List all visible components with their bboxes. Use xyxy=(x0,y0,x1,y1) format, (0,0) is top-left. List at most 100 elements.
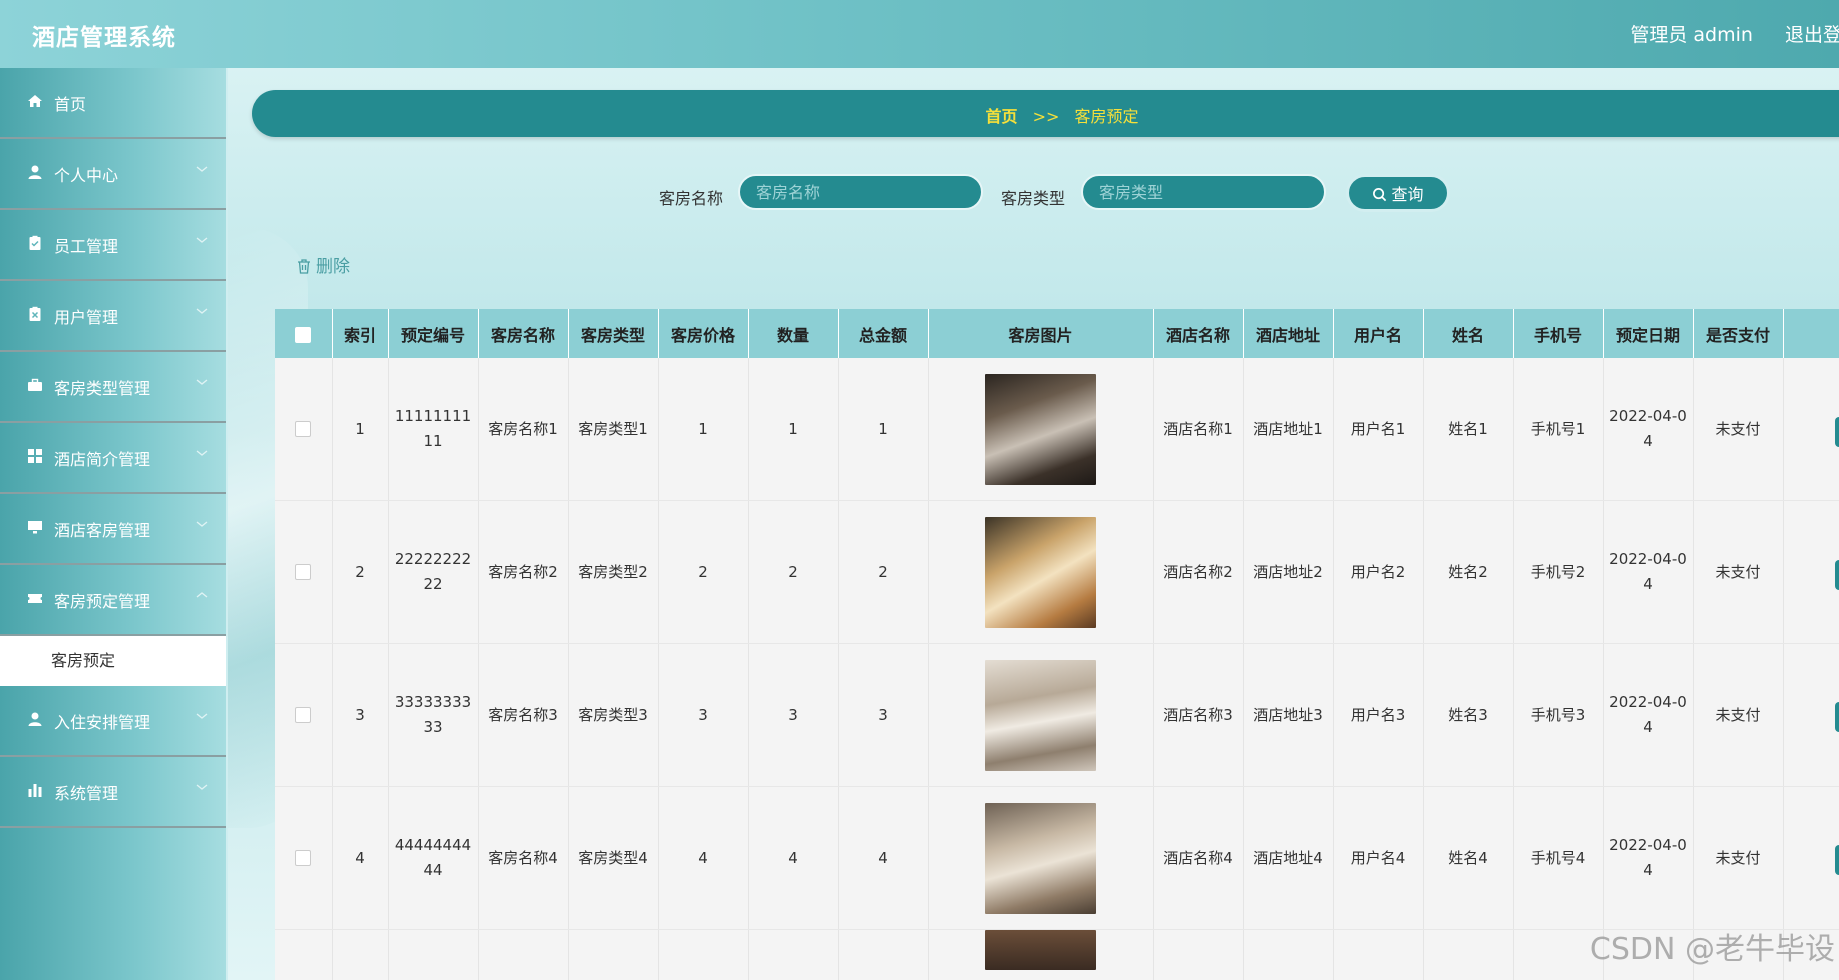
sidebar-item-room-types[interactable]: 客房类型管理 xyxy=(0,352,226,423)
cell-room-name: 客房名称2 xyxy=(478,500,569,644)
chevron-down-icon xyxy=(196,713,208,719)
room-name-input[interactable] xyxy=(738,174,983,210)
room-type-input[interactable] xyxy=(1081,174,1326,210)
empty-cell xyxy=(332,929,389,980)
cell-name: 姓名1 xyxy=(1423,358,1514,501)
cell-room-type: 客房类型1 xyxy=(568,358,659,501)
row-action-button-edge[interactable] xyxy=(1835,702,1839,732)
cell-room-type: 客房类型2 xyxy=(568,500,659,644)
cell-phone: 手机号2 xyxy=(1513,500,1604,644)
room-image[interactable] xyxy=(985,930,1096,970)
cell-hotel-name: 酒店名称3 xyxy=(1153,643,1244,787)
empty-cell xyxy=(478,929,569,980)
cell-order-no: 2222222222 xyxy=(388,500,479,644)
cell-qty: 1 xyxy=(748,358,839,501)
sidebar: 首页 个人中心 员工管理 用户管理 客房类型管理 酒店简介管理 酒店客房管理 客… xyxy=(0,68,226,980)
grid-icon xyxy=(28,449,42,463)
room-image[interactable] xyxy=(985,659,1096,771)
cell-username: 用户名4 xyxy=(1333,786,1424,930)
sidebar-item-label: 员工管理 xyxy=(54,237,119,256)
ticket-icon xyxy=(28,594,42,603)
query-button-label: 查询 xyxy=(1391,187,1424,204)
sidebar-item-system[interactable]: 系统管理 xyxy=(0,757,226,828)
cell-hotel-address: 酒店地址4 xyxy=(1243,786,1334,930)
cell-qty: 2 xyxy=(748,500,839,644)
sidebar-item-users[interactable]: 用户管理 xyxy=(0,281,226,352)
admin-label[interactable]: 管理员 admin xyxy=(1630,24,1753,46)
logout-link[interactable]: 退出登录 xyxy=(1785,24,1839,46)
empty-cell xyxy=(838,929,929,980)
watermark: CSDN @老牛毕设 xyxy=(1589,932,1835,967)
row-action-button-edge[interactable] xyxy=(1835,417,1839,447)
chevron-down-icon xyxy=(196,237,208,243)
breadcrumb: 首页 >> 客房预定 xyxy=(252,103,1839,127)
table-row: 4 4444444444 客房名称4 客房类型4 4 4 4 酒店名称4 酒店地… xyxy=(275,786,1839,930)
sidebar-item-personal-center[interactable]: 个人中心 xyxy=(0,139,226,210)
cell-qty: 3 xyxy=(748,643,839,787)
cell-hotel-name: 酒店名称2 xyxy=(1153,500,1244,644)
row-select-cell[interactable] xyxy=(275,929,333,980)
cell-hotel-address: 酒店地址1 xyxy=(1243,358,1334,501)
sidebar-item-staff[interactable]: 员工管理 xyxy=(0,210,226,281)
briefcase-icon xyxy=(28,378,42,391)
user-icon xyxy=(28,712,42,726)
chevron-down-icon xyxy=(196,308,208,314)
cell-index: 1 xyxy=(332,358,389,501)
column-header: 索引 xyxy=(332,309,389,358)
select-all-cell[interactable] xyxy=(275,309,333,358)
chevron-up-icon xyxy=(196,592,208,598)
cell-phone: 手机号1 xyxy=(1513,358,1604,501)
search-icon xyxy=(1373,188,1387,202)
chevron-down-icon xyxy=(196,521,208,527)
cell-date: 2022-04-04 xyxy=(1603,786,1694,930)
sidebar-item-hotel-intro[interactable]: 酒店简介管理 xyxy=(0,423,226,494)
cell-hotel-address: 酒店地址3 xyxy=(1243,643,1334,787)
sidebar-item-checkin[interactable]: 入住安排管理 xyxy=(0,686,226,757)
row-select-cell[interactable] xyxy=(275,786,333,930)
cell-paid: 未支付 xyxy=(1693,786,1784,930)
row-action-button-edge[interactable] xyxy=(1835,845,1839,875)
cell-total: 2 xyxy=(838,500,929,644)
breadcrumb-home[interactable]: 首页 xyxy=(985,107,1017,126)
cell-hotel-name: 酒店名称4 xyxy=(1153,786,1244,930)
row-select-cell[interactable] xyxy=(275,643,333,787)
row-select-cell[interactable] xyxy=(275,500,333,644)
delete-button-label: 删除 xyxy=(316,257,350,277)
row-action-button-edge[interactable] xyxy=(1835,560,1839,590)
row-checkbox[interactable] xyxy=(295,850,312,866)
cell-phone: 手机号4 xyxy=(1513,786,1604,930)
delete-button[interactable]: 删除 xyxy=(296,252,350,277)
cell-paid: 未支付 xyxy=(1693,643,1784,787)
cell-index: 3 xyxy=(332,643,389,787)
column-header: 数量 xyxy=(748,309,839,358)
column-header: 酒店地址 xyxy=(1243,309,1334,358)
breadcrumb-current: 客房预定 xyxy=(1074,107,1139,126)
room-image[interactable] xyxy=(985,373,1096,485)
room-image[interactable] xyxy=(985,516,1096,628)
cell-date: 2022-04-04 xyxy=(1603,643,1694,787)
table-header-row: 索引 预定编号 客房名称 客房类型 客房价格 数量 总金额 客房图片 酒店名称 … xyxy=(275,309,1839,358)
row-select-cell[interactable] xyxy=(275,358,333,501)
row-checkbox[interactable] xyxy=(295,707,312,723)
row-checkbox[interactable] xyxy=(295,421,312,437)
query-button[interactable]: 查询 xyxy=(1346,174,1450,212)
monitor-icon xyxy=(28,521,42,534)
sidebar-item-label: 个人中心 xyxy=(54,166,119,185)
cell-room-image xyxy=(928,929,1154,980)
sidebar-item-label: 酒店客房管理 xyxy=(54,521,151,540)
room-image[interactable] xyxy=(985,802,1096,914)
row-checkbox[interactable] xyxy=(295,564,312,580)
user-area: 管理员 admin 退出登录 xyxy=(1630,20,1839,47)
sidebar-item-hotel-rooms[interactable]: 酒店客房管理 xyxy=(0,494,226,565)
sidebar-item-label: 系统管理 xyxy=(54,784,119,803)
sidebar-item-label: 首页 xyxy=(54,95,87,114)
cell-username: 用户名1 xyxy=(1333,358,1424,501)
room-name-label: 客房名称 xyxy=(659,189,724,208)
cell-date: 2022-04-04 xyxy=(1603,358,1694,501)
sidebar-subitem-room-booking[interactable]: 客房预定 xyxy=(0,636,226,686)
empty-cell xyxy=(1423,929,1514,980)
sidebar-item-bookings[interactable]: 客房预定管理 xyxy=(0,565,226,636)
sidebar-item-home[interactable]: 首页 xyxy=(0,68,226,139)
select-all-checkbox[interactable] xyxy=(295,326,312,343)
cell-room-type: 客房类型3 xyxy=(568,643,659,787)
